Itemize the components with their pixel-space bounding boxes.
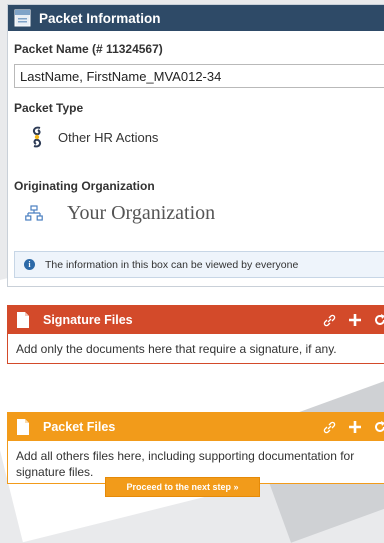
- visibility-note-text: The information in this box can be viewe…: [45, 258, 299, 271]
- packet-icon: [14, 9, 31, 27]
- signature-files-panel: Signature Files Add only the documents h…: [7, 305, 384, 364]
- visibility-note: i The information in this box can be vie…: [14, 251, 384, 278]
- document-icon: [17, 419, 29, 435]
- packet-type-label: Packet Type: [14, 101, 84, 115]
- signature-files-title: Signature Files: [43, 313, 133, 327]
- signature-files-actions: [310, 306, 384, 334]
- signature-files-header: Signature Files: [8, 306, 384, 334]
- plus-icon[interactable]: [349, 314, 361, 326]
- originating-organization-label: Originating Organization: [14, 179, 155, 193]
- document-icon: [17, 312, 29, 328]
- hr-chain-icon: [32, 126, 42, 148]
- packet-files-header: Packet Files: [8, 413, 384, 441]
- proceed-next-step-button[interactable]: Proceed to the next step »: [105, 477, 260, 497]
- packet-files-title: Packet Files: [43, 420, 116, 434]
- packet-name-label: Packet Name (# 11324567): [14, 42, 163, 56]
- link-icon[interactable]: [323, 421, 336, 434]
- originating-organization-value: Your Organization: [67, 202, 216, 224]
- info-icon: i: [24, 259, 35, 270]
- organization-chart-icon: [25, 204, 43, 221]
- packet-type-value: Other HR Actions: [58, 129, 159, 145]
- packet-information-header: Packet Information: [8, 5, 384, 31]
- plus-icon[interactable]: [349, 421, 361, 433]
- link-icon[interactable]: [323, 314, 336, 327]
- packet-files-actions: [310, 413, 384, 441]
- organization-row: Your Organization: [25, 202, 215, 225]
- packet-type-row: Other HR Actions: [30, 126, 158, 148]
- packet-information-panel: Packet Information Packet Name (# 113245…: [7, 4, 384, 287]
- packet-name-input[interactable]: [14, 64, 384, 88]
- signature-files-description: Add only the documents here that require…: [16, 342, 337, 356]
- refresh-icon[interactable]: [374, 314, 384, 326]
- packet-files-panel: Packet Files Add all others files here, …: [7, 412, 384, 484]
- packet-information-title: Packet Information: [39, 10, 161, 26]
- refresh-icon[interactable]: [374, 421, 384, 433]
